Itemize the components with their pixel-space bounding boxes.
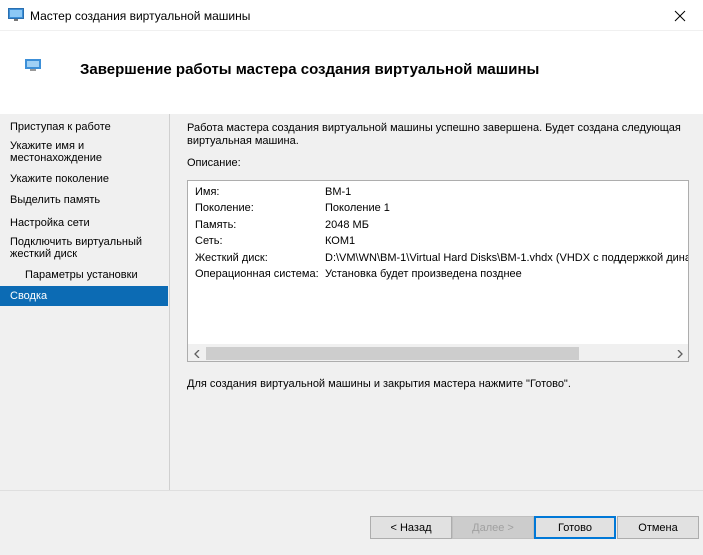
step-generation[interactable]: Укажите поколение xyxy=(0,173,168,185)
finish-button[interactable]: Готово xyxy=(534,516,616,539)
wizard-steps: Приступая к работе Укажите имя и местона… xyxy=(0,114,169,490)
next-button[interactable]: Далее > xyxy=(452,516,534,539)
summary-key: Поколение: xyxy=(195,202,254,214)
summary-value: Поколение 1 xyxy=(325,202,390,214)
summary-value: Установка будет произведена позднее xyxy=(325,268,522,280)
summary-value: 2048 МБ xyxy=(325,219,369,231)
summary-key: Жесткий диск: xyxy=(195,252,268,264)
title-bar: Мастер создания виртуальной машины xyxy=(0,0,703,31)
description-box[interactable]: Имя: ВМ-1 Поколение: Поколение 1 Память:… xyxy=(187,180,689,362)
finish-note: Для создания виртуальной машины и закрыт… xyxy=(187,378,571,390)
step-install-options[interactable]: Параметры установки xyxy=(0,269,168,281)
summary-key: Операционная система: xyxy=(195,268,319,280)
cancel-button[interactable]: Отмена xyxy=(617,516,699,539)
scrollbar-thumb[interactable] xyxy=(206,347,579,360)
monitor-icon xyxy=(8,8,24,22)
scroll-right-icon[interactable] xyxy=(671,345,688,361)
summary-value: D:\VM\WN\ВМ-1\Virtual Hard Disks\ВМ-1.vh… xyxy=(325,252,689,264)
step-networking[interactable]: Настройка сети xyxy=(0,217,168,229)
summary-value: ВМ-1 xyxy=(325,186,352,198)
wizard-body: Приступая к работе Укажите имя и местона… xyxy=(0,114,703,555)
wizard-header: Завершение работы мастера создания вирту… xyxy=(0,31,703,114)
scroll-left-icon[interactable] xyxy=(188,345,205,361)
back-button[interactable]: < Назад xyxy=(370,516,452,539)
page-title: Завершение работы мастера создания вирту… xyxy=(80,61,540,78)
description-label: Описание: xyxy=(187,157,241,169)
summary-value: КОМ1 xyxy=(325,235,356,247)
step-name-location[interactable]: Укажите имя и местонахождение xyxy=(0,140,150,164)
step-summary[interactable]: Сводка xyxy=(0,286,168,306)
nav-divider xyxy=(169,114,170,490)
monitor-icon xyxy=(25,59,41,71)
summary-key: Память: xyxy=(195,219,237,231)
step-before-you-begin[interactable]: Приступая к работе xyxy=(0,121,168,133)
horizontal-scrollbar[interactable] xyxy=(188,344,688,361)
window-title: Мастер создания виртуальной машины xyxy=(30,9,251,23)
step-memory[interactable]: Выделить память xyxy=(0,194,168,206)
step-virtual-disk[interactable]: Подключить виртуальный жесткий диск xyxy=(0,236,150,260)
intro-text: Работа мастера создания виртуальной маши… xyxy=(187,122,681,147)
footer-divider xyxy=(0,490,703,491)
summary-key: Сеть: xyxy=(195,235,223,247)
close-icon[interactable] xyxy=(657,0,703,31)
summary-key: Имя: xyxy=(195,186,220,198)
